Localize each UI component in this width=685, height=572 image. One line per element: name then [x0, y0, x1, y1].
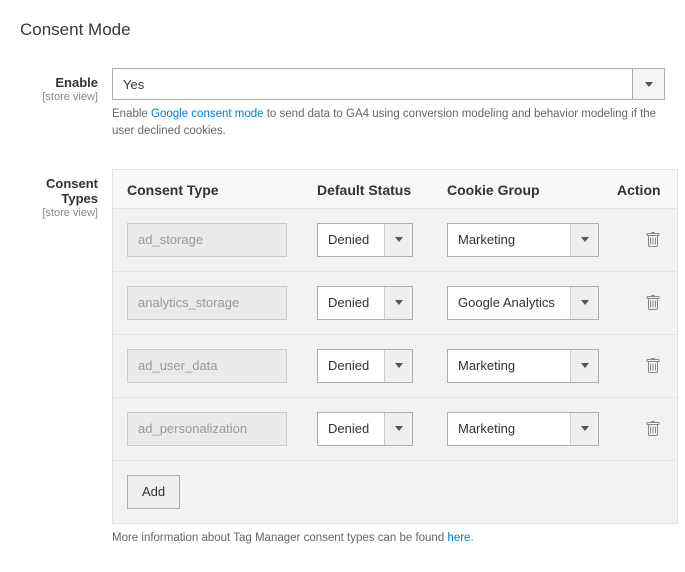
header-default-status: Default Status — [317, 182, 447, 198]
consent-types-scope: [store view] — [20, 207, 98, 219]
chevron-down-icon — [384, 224, 412, 256]
header-consent-type: Consent Type — [127, 182, 317, 198]
header-cookie-group: Cookie Group — [447, 182, 617, 198]
chevron-down-icon — [384, 287, 412, 319]
default-status-select[interactable]: Denied — [317, 412, 413, 446]
more-info-link[interactable]: here — [447, 532, 470, 544]
group-value: Marketing — [448, 421, 515, 436]
table-row: ad_storage Denied Marketing — [113, 208, 677, 271]
trash-icon[interactable] — [645, 421, 661, 437]
group-value: Marketing — [448, 232, 515, 247]
default-status-select[interactable]: Denied — [317, 286, 413, 320]
trash-icon[interactable] — [645, 232, 661, 248]
default-status-select[interactable]: Denied — [317, 349, 413, 383]
add-button[interactable]: Add — [127, 475, 180, 509]
table-row: ad_user_data Denied Marketing — [113, 334, 677, 397]
status-value: Denied — [318, 421, 369, 436]
trash-icon[interactable] — [645, 358, 661, 374]
chevron-down-icon — [570, 350, 598, 382]
enable-select[interactable]: Yes — [112, 68, 665, 100]
chevron-down-icon — [570, 224, 598, 256]
cookie-group-select[interactable]: Marketing — [447, 412, 599, 446]
enable-select-value: Yes — [123, 77, 144, 92]
status-value: Denied — [318, 232, 369, 247]
consent-types-label-wrap: Consent Types [store view] — [20, 169, 112, 219]
consent-types-table: Consent Type Default Status Cookie Group… — [112, 169, 678, 524]
consent-type-input: ad_personalization — [127, 412, 287, 446]
consent-types-label: Consent Types — [46, 176, 98, 206]
table-header: Consent Type Default Status Cookie Group… — [113, 170, 677, 208]
section-title: Consent Mode — [20, 20, 665, 40]
enable-note: Enable Google consent mode to send data … — [112, 106, 665, 141]
enable-scope: [store view] — [20, 91, 98, 103]
group-value: Marketing — [448, 358, 515, 373]
trash-icon[interactable] — [645, 295, 661, 311]
group-value: Google Analytics — [448, 295, 555, 310]
cookie-group-select[interactable]: Marketing — [447, 223, 599, 257]
table-row: analytics_storage Denied Google Analytics — [113, 271, 677, 334]
chevron-down-icon — [570, 287, 598, 319]
chevron-down-icon — [384, 413, 412, 445]
enable-label-wrap: Enable [store view] — [20, 68, 112, 103]
footer-note: More information about Tag Manager conse… — [112, 532, 678, 544]
default-status-select[interactable]: Denied — [317, 223, 413, 257]
cookie-group-select[interactable]: Google Analytics — [447, 286, 599, 320]
table-row: ad_personalization Denied Marketing — [113, 397, 677, 460]
consent-type-input: ad_user_data — [127, 349, 287, 383]
chevron-down-icon — [384, 350, 412, 382]
google-consent-mode-link[interactable]: Google consent mode — [151, 108, 264, 120]
chevron-down-icon — [632, 69, 664, 99]
status-value: Denied — [318, 295, 369, 310]
consent-type-input: analytics_storage — [127, 286, 287, 320]
add-row-section: Add — [113, 460, 677, 523]
cookie-group-select[interactable]: Marketing — [447, 349, 599, 383]
header-action: Action — [617, 182, 663, 198]
status-value: Denied — [318, 358, 369, 373]
chevron-down-icon — [570, 413, 598, 445]
consent-types-row: Consent Types [store view] Consent Type … — [20, 169, 665, 544]
consent-type-input: ad_storage — [127, 223, 287, 257]
enable-label: Enable — [55, 75, 98, 90]
enable-field-row: Enable [store view] Yes Enable Google co… — [20, 68, 665, 141]
